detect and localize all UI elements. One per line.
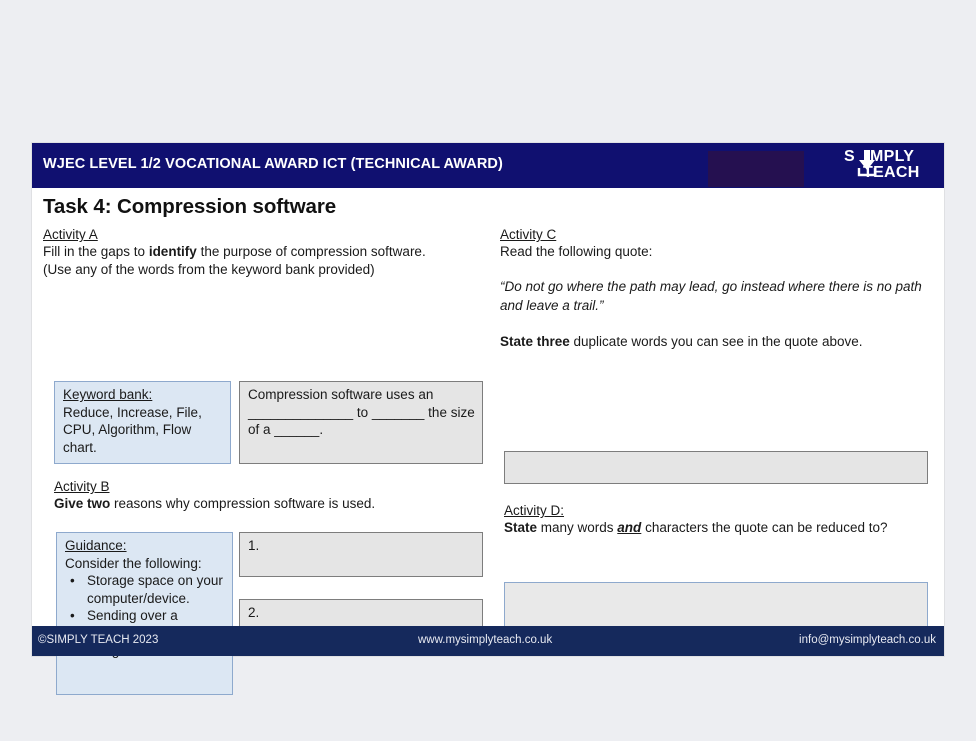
guidance-intro: Consider the following: xyxy=(65,555,202,571)
activity-b-block: Activity B Give two reasons why compress… xyxy=(54,479,494,513)
activity-d-block: Activity D: State many words and charact… xyxy=(504,503,938,537)
logo-line-2: TEACH xyxy=(863,164,920,181)
activity-d-heading: Activity D: xyxy=(504,503,565,518)
keyword-bank-box: Keyword bank: Reduce, Increase, File, CP… xyxy=(54,381,231,464)
activity-c-answer-box[interactable] xyxy=(504,451,928,484)
activity-d-task-bold: State xyxy=(504,520,538,535)
activity-c-answer-value xyxy=(505,452,927,460)
activity-b-prompt-rest: reasons why compression software is used… xyxy=(110,496,376,511)
activity-b-prompt-bold: Give two xyxy=(54,496,111,511)
activity-a-line1-pre: Fill in the gaps to xyxy=(43,244,149,259)
activity-d-task-mid1: many words xyxy=(537,520,618,535)
header-title: WJEC LEVEL 1/2 VOCATIONAL AWARD ICT (TEC… xyxy=(43,156,503,172)
gapfill-answer-box[interactable]: Compression software uses an ___________… xyxy=(239,381,483,464)
left-column: Activity A Fill in the gaps to identify … xyxy=(43,227,493,695)
activity-b-answer-1-label: 1. xyxy=(248,538,260,553)
page-title: Task 4: Compression software xyxy=(43,195,337,218)
simply-teach-logo: S MPLY TEACH xyxy=(838,147,938,187)
keyword-bank-words: Reduce, Increase, File, CPU, Algorithm, … xyxy=(63,404,202,455)
list-item: • Storage space on your computer/device. xyxy=(65,572,225,607)
slide-canvas: WJEC LEVEL 1/2 VOCATIONAL AWARD ICT (TEC… xyxy=(32,143,944,695)
gapfill-sentence: Compression software uses an ___________… xyxy=(248,387,475,437)
footer-email[interactable]: info@mysimplyteach.co.uk xyxy=(799,634,936,646)
activity-d-answer-value xyxy=(505,583,927,591)
bullet-icon: • xyxy=(70,608,75,623)
activity-b-answer-1[interactable]: 1. xyxy=(239,532,483,577)
header-image-placeholder xyxy=(708,151,804,187)
activity-b-answer-2-label: 2. xyxy=(248,605,260,620)
footer-website[interactable]: www.mysimplyteach.co.uk xyxy=(418,634,552,646)
activity-c-task-rest: duplicate words you can see in the quote… xyxy=(569,333,863,349)
guidance-bullet-1: Storage space on your computer/device. xyxy=(87,573,223,606)
footer-bar: ©SIMPLY TEACH 2023 www.mysimplyteach.co.… xyxy=(32,626,944,656)
activity-d-task-mid2: characters the quote can be reduced to? xyxy=(641,520,888,535)
activity-d-task-emphasis: and xyxy=(617,520,642,535)
activity-a-line1-bold: identify xyxy=(148,244,197,259)
activity-a-heading: Activity A xyxy=(43,227,98,242)
bullet-icon: • xyxy=(70,573,75,588)
keyword-bank-heading: Keyword bank: xyxy=(63,387,153,402)
logo-line-1: S MPLY xyxy=(844,149,914,165)
activity-c-quote: “Do not go where the path may lead, go i… xyxy=(500,278,922,313)
logo-line1-pre: S xyxy=(844,148,855,165)
activity-c-task-bold: State three xyxy=(500,333,570,349)
activity-c-heading: Activity C xyxy=(500,227,557,242)
activity-a-line2: (Use any of the words from the keyword b… xyxy=(43,261,375,277)
right-column: Activity C Read the following quote: “Do… xyxy=(500,227,942,639)
guidance-heading: Guidance: xyxy=(65,538,127,553)
activity-a-instruction: Fill in the gaps to identify the purpose… xyxy=(43,243,493,278)
activity-b-heading: Activity B xyxy=(54,479,110,494)
footer-copyright: ©SIMPLY TEACH 2023 xyxy=(38,634,159,646)
activity-b-instruction: Give two reasons why compression softwar… xyxy=(54,495,494,513)
activity-c-task: State three duplicate words you can see … xyxy=(500,333,942,351)
activity-a-line1-post: the purpose of compression software. xyxy=(196,244,426,259)
keyword-bank-content: Keyword bank: Reduce, Increase, File, CP… xyxy=(55,382,230,460)
header-bar: WJEC LEVEL 1/2 VOCATIONAL AWARD ICT (TEC… xyxy=(32,143,944,188)
guidance-box: Guidance: Consider the following: • Stora… xyxy=(56,532,233,695)
activity-d-task: State many words and characters the quot… xyxy=(504,519,938,537)
activity-c-instruction: Read the following quote: xyxy=(500,244,653,259)
